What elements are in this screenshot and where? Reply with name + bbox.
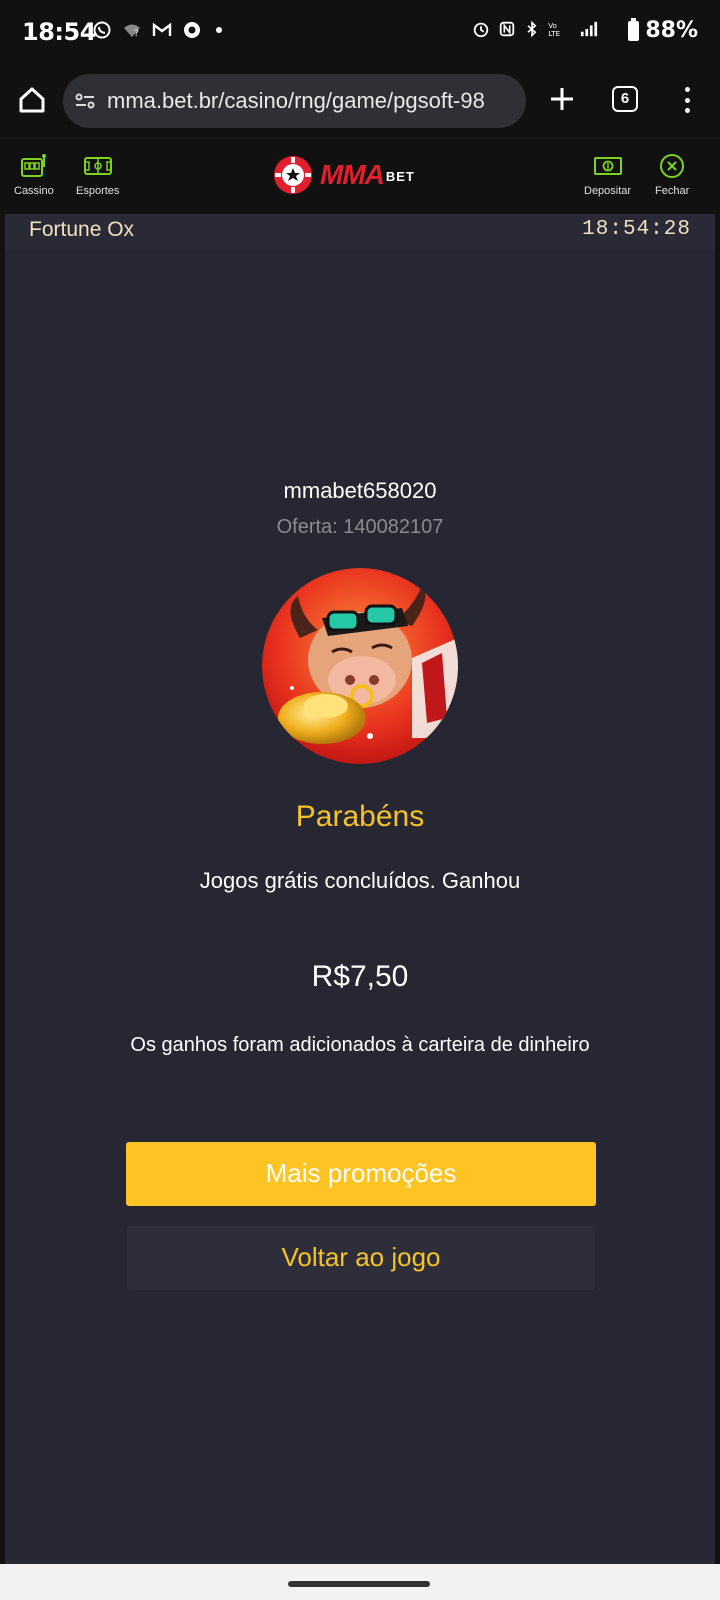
home-icon[interactable] [16,84,48,116]
nav-casino-label: Cassino [14,185,54,197]
chrome-icon [184,22,200,38]
slot-machine-icon [20,154,46,177]
nfc-icon [499,21,515,37]
battery-status: 88% [628,17,698,43]
cash-icon [593,157,622,175]
wallet-message: Os ganhos foram adicionados à carteira d… [130,1034,590,1056]
address-bar[interactable]: mma.bet.br/casino/rng/game/pgsoft-98 [63,74,526,128]
site-header: Cassino Esportes MMA BET Depositar Fechar [0,138,720,214]
nav-close-label: Fechar [655,185,690,197]
notification-icons: ? [92,20,232,40]
signal-icon [580,21,598,37]
logo-chip-icon [274,156,312,194]
menu-dot [684,108,690,113]
free-games-message: Jogos grátis concluídos. Ganhou [199,868,521,893]
url-text: mma.bet.br/casino/rng/game/pgsoft-98 [107,88,485,113]
game-clock: 18:54:28 [582,218,691,241]
menu-dot [684,97,690,103]
menu-dot [684,87,690,92]
fortune-ox-avatar [262,568,458,764]
site-logo[interactable]: MMA BET [274,155,415,195]
svg-text:LTE: LTE [548,29,560,38]
plus-icon [551,88,573,110]
offer-line: Oferta: 140082107 [5,516,715,539]
dot-icon [216,27,222,33]
status-time: 18:54 [22,18,96,46]
nav-sports[interactable]: Esportes [76,153,119,197]
gmail-icon [152,22,172,36]
browser-menu-button[interactable] [680,84,694,116]
nav-casino[interactable]: Cassino [14,153,54,197]
gesture-handle[interactable] [288,1581,430,1587]
nav-deposit[interactable]: Depositar [584,153,631,197]
back-to-game-button[interactable]: Voltar ao jogo [127,1226,595,1290]
win-amount: R$7,50 [311,960,409,993]
close-circle-icon [660,154,685,178]
battery-percent: 88% [645,18,698,43]
browser-toolbar: mma.bet.br/casino/rng/game/pgsoft-98 6 [0,64,720,138]
nav-close[interactable]: Fechar [655,153,689,197]
tab-switcher-button[interactable]: 6 [612,86,638,112]
battery-icon [628,17,640,41]
congrats-heading: Parabéns [295,800,425,833]
site-settings-icon[interactable] [73,89,97,113]
status-bar: 18:54 ? Vo LTE 88% [0,0,720,64]
username: mmabet658020 [283,478,437,503]
volte-icon: VoLTE [548,21,560,38]
system-icons: Vo LTE [472,20,600,38]
game-panel: Fortune Ox 18:54:28 mmabet658020 Oferta:… [5,214,715,1564]
svg-text:?: ? [134,29,139,39]
logo-main: MMA [320,159,385,190]
navigation-bar [0,1564,720,1600]
offer-id: 140082107 [343,516,444,538]
bluetooth-icon [527,20,537,38]
logo-sub: BET [385,169,415,185]
game-topbar: Fortune Ox 18:54:28 [5,214,715,250]
nav-sports-label: Esportes [76,185,120,197]
wifi-question-icon: ? [124,24,140,39]
soccer-field-icon [83,157,112,175]
more-promotions-button[interactable]: Mais promoções [126,1142,596,1206]
nav-deposit-label: Depositar [584,185,632,197]
offer-label: Oferta: [276,516,338,538]
game-title: Fortune Ox [29,218,135,241]
alarm-icon [473,22,489,38]
logo-wordmark: MMA BET [320,159,415,191]
whatsapp-icon [93,21,111,39]
new-tab-button[interactable] [545,82,579,116]
